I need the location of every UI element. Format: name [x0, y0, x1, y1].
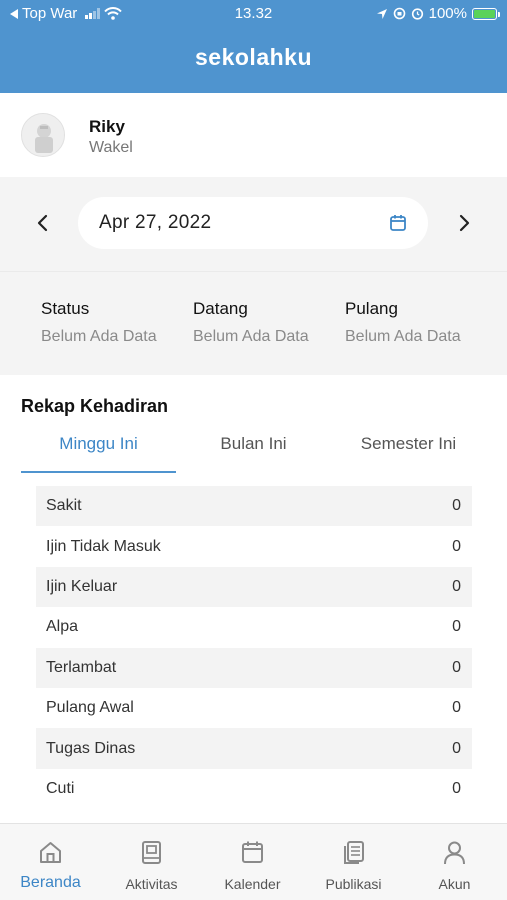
- profile-role: Wakel: [89, 139, 133, 156]
- chevron-right-icon: [459, 214, 470, 232]
- list-item: Tugas Dinas 0: [36, 728, 472, 769]
- recap-label: Ijin Tidak Masuk: [46, 537, 161, 555]
- nav-kalender[interactable]: Kalender: [202, 824, 303, 900]
- recap-count: 0: [452, 658, 461, 676]
- recap-count: 0: [452, 739, 461, 757]
- user-icon: [444, 841, 465, 865]
- attendance-departure-title: Pulang: [345, 299, 398, 318]
- bottom-navigation: Beranda Aktivitas Kalender Publikasi Aku…: [0, 823, 507, 900]
- attendance-summary: Status Belum Ada Data Datang Belum Ada D…: [0, 271, 507, 375]
- attendance-arrival-value: Belum Ada Data: [193, 328, 309, 345]
- nav-aktivitas[interactable]: Aktivitas: [101, 824, 202, 900]
- rotation-lock-icon: [393, 7, 405, 20]
- tab-this-month[interactable]: Bulan Ini: [176, 423, 331, 473]
- calendar-icon[interactable]: [388, 213, 408, 233]
- profile-card[interactable]: Riky Wakel: [0, 93, 507, 177]
- selected-date: Apr 27, 2022: [99, 212, 212, 233]
- nav-label: Kalender: [224, 876, 281, 892]
- tab-this-semester[interactable]: Semester Ini: [331, 423, 486, 473]
- recap-count: 0: [452, 699, 461, 717]
- attendance-recap: Rekap Kehadiran Minggu Ini Bulan Ini Sem…: [0, 375, 507, 823]
- recap-list: Sakit 0 Ijin Tidak Masuk 0 Ijin Keluar 0 Al…: [36, 486, 472, 809]
- list-item: Cuti 0: [36, 769, 472, 809]
- list-item: Terlambat 0: [36, 647, 472, 688]
- attendance-status-value: Belum Ada Data: [41, 328, 157, 345]
- profile-name: Riky: [89, 117, 125, 136]
- recap-label: Sakit: [46, 497, 82, 515]
- status-bar: Top War 13.32 100%: [0, 0, 507, 28]
- recap-title: Rekap Kehadiran: [21, 396, 169, 416]
- nav-label: Beranda: [20, 874, 81, 891]
- recap-count: 0: [452, 497, 461, 515]
- date-navigator: Apr 27, 2022: [0, 177, 507, 271]
- documents-icon: [344, 841, 364, 864]
- app-header: Top War 13.32 100% sekolahku: [0, 0, 507, 93]
- list-item: Ijin Tidak Masuk 0: [36, 526, 472, 566]
- nav-akun[interactable]: Akun: [404, 824, 505, 900]
- attendance-arrival: Datang Belum Ada Data: [193, 299, 309, 346]
- nav-label: Aktivitas: [125, 876, 178, 892]
- location-icon: [376, 8, 387, 19]
- recap-count: 0: [452, 618, 461, 636]
- attendance-departure: Pulang Belum Ada Data: [345, 299, 461, 346]
- recap-label: Pulang Awal: [46, 699, 134, 717]
- attendance-status: Status Belum Ada Data: [41, 299, 157, 346]
- avatar: [21, 113, 65, 157]
- tab-this-week[interactable]: Minggu Ini: [21, 423, 176, 473]
- book-icon: [142, 841, 161, 864]
- battery-percent: 100%: [428, 5, 467, 22]
- list-item: Ijin Keluar 0: [36, 566, 472, 608]
- recap-label: Cuti: [46, 779, 75, 797]
- recap-label: Alpa: [46, 618, 79, 636]
- alarm-icon: [411, 8, 423, 20]
- nav-beranda[interactable]: Beranda: [0, 824, 101, 900]
- chevron-left-icon: [37, 214, 48, 232]
- app-brand-logo: sekolahku: [195, 44, 312, 70]
- recap-label: Ijin Keluar: [46, 577, 118, 595]
- recap-count: 0: [452, 779, 461, 797]
- list-item: Alpa 0: [36, 607, 472, 647]
- recap-count: 0: [452, 537, 461, 555]
- nav-label: Akun: [438, 876, 471, 892]
- nav-label: Publikasi: [325, 876, 382, 892]
- attendance-departure-value: Belum Ada Data: [345, 328, 461, 345]
- attendance-status-title: Status: [41, 299, 90, 318]
- recap-label: Terlambat: [46, 658, 117, 676]
- recap-count: 0: [452, 577, 461, 595]
- nav-publikasi[interactable]: Publikasi: [303, 824, 404, 900]
- next-date-button[interactable]: [452, 210, 478, 236]
- previous-date-button[interactable]: [29, 210, 55, 236]
- list-item: Sakit 0: [36, 486, 472, 527]
- recap-label: Tugas Dinas: [46, 739, 136, 757]
- list-item: Pulang Awal 0: [36, 688, 472, 728]
- battery-icon: [472, 7, 500, 20]
- calendar-icon: [242, 841, 263, 863]
- home-icon: [40, 842, 61, 863]
- date-picker-field[interactable]: Apr 27, 2022: [78, 197, 428, 249]
- attendance-arrival-title: Datang: [193, 299, 248, 318]
